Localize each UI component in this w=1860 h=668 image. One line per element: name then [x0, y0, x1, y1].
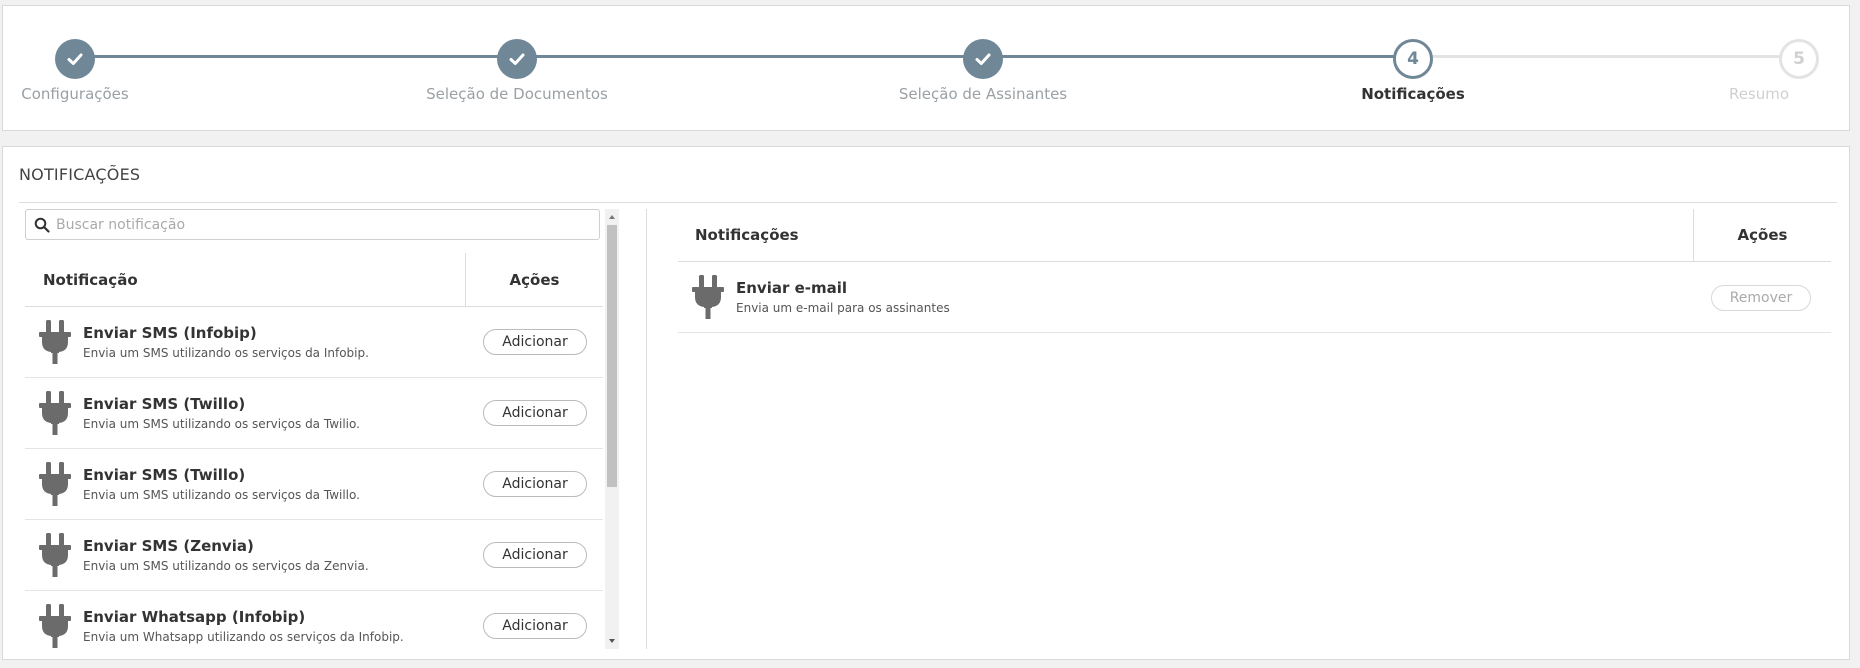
- plug-icon: [39, 320, 71, 364]
- add-button[interactable]: Adicionar: [483, 471, 587, 497]
- selected-notifications-panel: Notificações Ações Enviar e-mail Envia u…: [678, 209, 1831, 649]
- notification-description: Envia um SMS utilizando os serviços da Z…: [83, 559, 369, 573]
- table-row: Enviar SMS (Infobip) Envia um SMS utiliz…: [25, 307, 603, 378]
- table-row: Enviar SMS (Twillo) Envia um SMS utiliza…: [25, 449, 603, 520]
- column-header-notificacao: Notificação: [25, 253, 466, 306]
- plug-icon: [39, 604, 71, 648]
- step-number: 4: [1393, 39, 1433, 79]
- notification-description: Envia um SMS utilizando os serviços da T…: [83, 488, 360, 502]
- column-header-notificacoes: Notificações: [678, 209, 1694, 261]
- table-row: Enviar SMS (Zenvia) Envia um SMS utiliza…: [25, 520, 603, 591]
- add-button[interactable]: Adicionar: [483, 329, 587, 355]
- step-connector: [1413, 55, 1799, 58]
- notification-name: Enviar Whatsapp (Infobip): [83, 608, 306, 626]
- section-title: NOTIFICAÇÕES: [19, 165, 141, 184]
- scroll-up-icon[interactable]: [607, 212, 617, 222]
- add-button[interactable]: Adicionar: [483, 542, 587, 568]
- notification-description: Envia um e-mail para os assinantes: [736, 301, 950, 315]
- notification-description: Envia um SMS utilizando os serviços da I…: [83, 346, 369, 360]
- notifications-card: NOTIFICAÇÕES Notificação Ações Enviar SM…: [2, 146, 1850, 660]
- notification-description: Envia um Whatsapp utilizando os serviços…: [83, 630, 404, 644]
- panel-divider: [646, 209, 647, 649]
- wizard-stepper: Configurações Seleção de Documentos Sele…: [2, 5, 1850, 131]
- notification-description: Envia um SMS utilizando os serviços da T…: [83, 417, 360, 431]
- step-label: Seleção de Documentos: [426, 85, 608, 103]
- step-label: Seleção de Assinantes: [898, 85, 1068, 103]
- step-label: Configurações: [21, 85, 129, 103]
- plug-icon: [39, 462, 71, 506]
- scroll-down-icon[interactable]: [607, 636, 617, 646]
- notification-name: Enviar SMS (Twillo): [83, 395, 246, 413]
- notification-name: Enviar SMS (Zenvia): [83, 537, 254, 555]
- search-icon: [34, 217, 50, 233]
- check-icon: [55, 39, 95, 79]
- search-box: [25, 209, 600, 240]
- section-divider: [19, 202, 1837, 203]
- column-header-acoes: Ações: [1737, 226, 1788, 244]
- column-header-acoes: Ações: [509, 270, 560, 289]
- check-icon: [963, 39, 1003, 79]
- table-row: Enviar SMS (Twillo) Envia um SMS utiliza…: [25, 378, 603, 449]
- notification-name: Enviar SMS (Twillo): [83, 466, 246, 484]
- check-icon: [497, 39, 537, 79]
- notification-name: Enviar SMS (Infobip): [83, 324, 257, 342]
- notification-name: Enviar e-mail: [736, 279, 848, 297]
- search-input[interactable]: [56, 216, 576, 233]
- add-button[interactable]: Adicionar: [483, 613, 587, 639]
- step-label: Notificações: [1361, 85, 1465, 103]
- table-row: Enviar Whatsapp (Infobip) Envia um Whats…: [25, 591, 603, 649]
- selected-table-header: Notificações Ações: [678, 209, 1831, 262]
- available-table-header: Notificação Ações: [25, 253, 603, 307]
- step-label: Resumo: [1728, 85, 1790, 103]
- plug-icon: [692, 275, 724, 319]
- available-notifications-panel: Notificação Ações Enviar SMS (Infobip) E…: [25, 209, 619, 649]
- plug-icon: [39, 533, 71, 577]
- step-connector: [75, 55, 1413, 58]
- available-list: Enviar SMS (Infobip) Envia um SMS utiliz…: [25, 307, 603, 649]
- remove-button[interactable]: Remover: [1711, 285, 1811, 311]
- scroll-thumb[interactable]: [607, 225, 617, 487]
- step-number: 5: [1779, 39, 1819, 79]
- plug-icon: [39, 391, 71, 435]
- list-scrollbar[interactable]: [605, 209, 619, 649]
- add-button[interactable]: Adicionar: [483, 400, 587, 426]
- table-row: Enviar e-mail Envia um e-mail para os as…: [678, 262, 1831, 333]
